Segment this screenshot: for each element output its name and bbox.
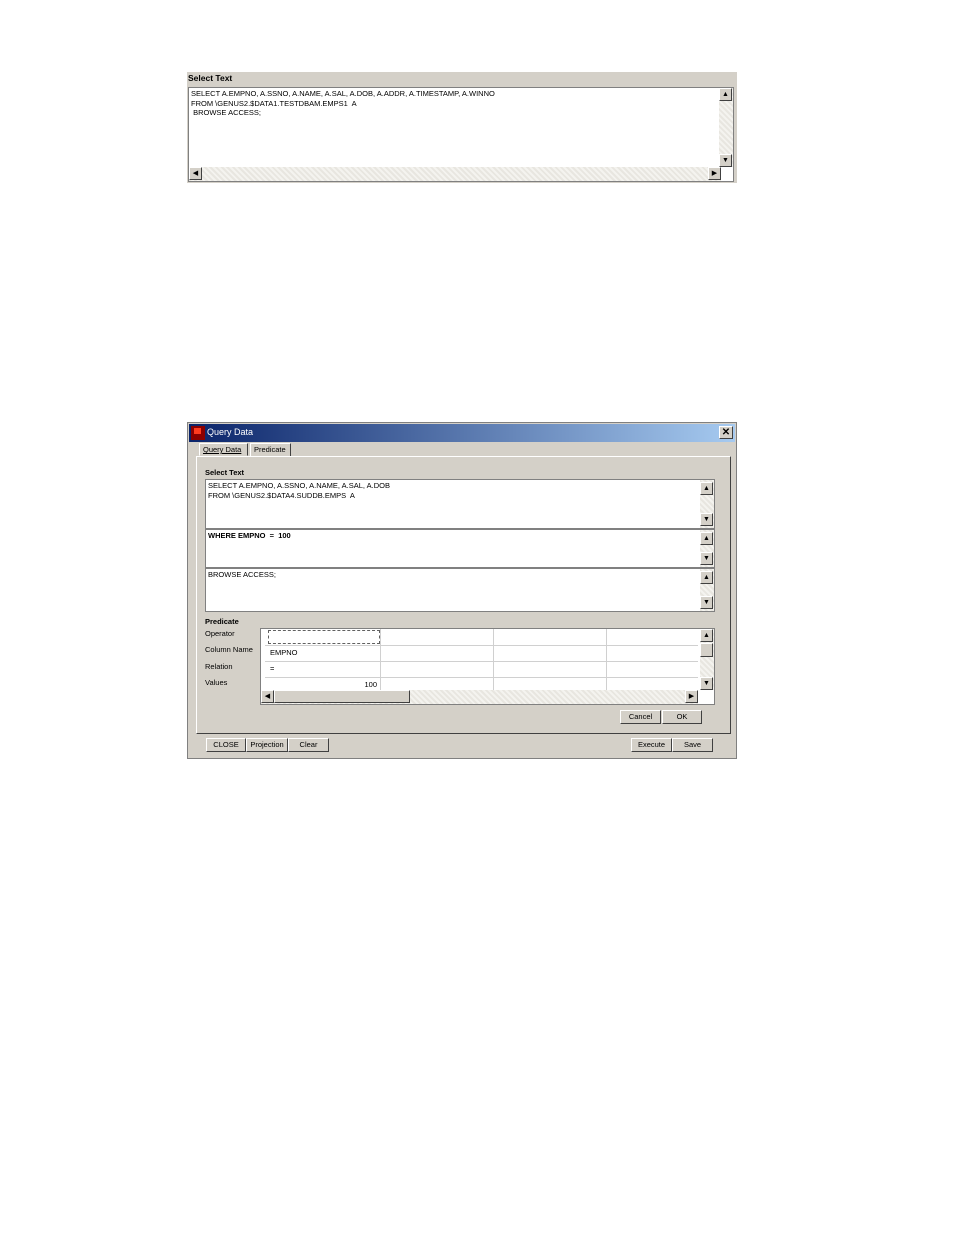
app-logo-icon	[191, 426, 205, 440]
save-button[interactable]: Save	[672, 738, 713, 752]
scroll-right-icon[interactable]: ▶	[685, 690, 698, 703]
scroll-left-icon[interactable]: ◀	[261, 690, 274, 703]
tab-query-data[interactable]: Query Data	[199, 443, 248, 456]
tab-predicate[interactable]: Predicate	[250, 443, 291, 457]
scroll-thumb[interactable]	[700, 643, 713, 657]
scroll-down-icon[interactable]: ▼	[719, 154, 732, 167]
scroll-down-icon[interactable]: ▼	[700, 552, 713, 565]
grid-cell-operator[interactable]	[267, 629, 381, 645]
scroll-thumb[interactable]	[274, 690, 410, 703]
grid-cell[interactable]	[607, 661, 699, 677]
scroll-up-icon[interactable]: ▲	[700, 482, 713, 495]
column-name-label: Column Name	[205, 645, 253, 654]
top-vertical-scrollbar[interactable]: ▲ ▼	[719, 88, 733, 167]
ok-button[interactable]: OK	[662, 710, 702, 724]
grid-cell[interactable]	[381, 661, 494, 677]
close-button[interactable]: CLOSE	[206, 738, 246, 752]
top-select-text-panel: Select Text SELECT A.EMPNO, A.SSNO, A.NA…	[187, 72, 737, 183]
grid-cell-column-name[interactable]: EMPNO	[267, 645, 381, 661]
grid-cell-relation[interactable]: =	[267, 661, 381, 677]
grid-cell[interactable]	[607, 629, 699, 645]
top-select-text-box[interactable]: SELECT A.EMPNO, A.SSNO, A.NAME, A.SAL, A…	[188, 87, 734, 182]
grid-row-operator	[265, 629, 698, 646]
dialog-title: Query Data	[207, 427, 254, 437]
grid-row-column-name: EMPNO	[265, 645, 698, 662]
scroll-right-icon[interactable]: ▶	[708, 167, 721, 180]
scroll-up-icon[interactable]: ▲	[700, 629, 713, 642]
where-text-box[interactable]: WHERE EMPNO = 100 ▲ ▼	[205, 529, 715, 568]
where-text-vscroll[interactable]: ▲ ▼	[700, 530, 714, 567]
access-text-box[interactable]: BROWSE ACCESS; ▲ ▼	[205, 568, 715, 612]
grid-cell[interactable]	[381, 645, 494, 661]
scroll-left-icon[interactable]: ◀	[189, 167, 202, 180]
grid-cell[interactable]	[381, 629, 494, 645]
access-text-vscroll[interactable]: ▲ ▼	[700, 569, 714, 611]
close-icon[interactable]: ✕	[719, 426, 733, 439]
top-select-text-content: SELECT A.EMPNO, A.SSNO, A.NAME, A.SAL, A…	[191, 89, 495, 117]
values-label: Values	[205, 678, 228, 687]
cancel-button[interactable]: Cancel	[620, 710, 661, 724]
predicate-label: Predicate	[205, 617, 239, 626]
select-text-content: SELECT A.EMPNO, A.SSNO, A.NAME, A.SAL, A…	[208, 481, 391, 500]
predicate-grid[interactable]: EMPNO = 100 ▲ ▼ ◀ ▶	[260, 628, 715, 705]
dialog-titlebar[interactable]: Query Data ✕	[189, 424, 735, 442]
access-text-content: BROWSE ACCESS;	[208, 570, 276, 579]
select-text-box[interactable]: SELECT A.EMPNO, A.SSNO, A.NAME, A.SAL, A…	[205, 479, 715, 529]
grid-cell[interactable]	[607, 645, 699, 661]
grid-cell[interactable]	[494, 629, 607, 645]
grid-cell[interactable]	[494, 645, 607, 661]
relation-label: Relation	[205, 662, 233, 671]
grid-vertical-scrollbar[interactable]: ▲ ▼	[700, 629, 714, 690]
grid-horizontal-scrollbar[interactable]: ◀ ▶	[261, 690, 698, 704]
top-select-text-title: Select Text	[188, 73, 233, 83]
execute-button[interactable]: Execute	[631, 738, 672, 752]
scroll-up-icon[interactable]: ▲	[700, 532, 713, 545]
tab-predicate-label: Predicate	[254, 445, 286, 454]
scroll-down-icon[interactable]: ▼	[700, 677, 713, 690]
tab-query-data-label: Query Data	[203, 445, 242, 454]
scroll-up-icon[interactable]: ▲	[700, 571, 713, 584]
projection-button[interactable]: Projection	[246, 738, 288, 752]
top-horizontal-scrollbar[interactable]: ◀ ▶	[189, 167, 721, 181]
clear-button[interactable]: Clear	[288, 738, 329, 752]
grid-cell[interactable]	[494, 661, 607, 677]
select-text-vscroll[interactable]: ▲ ▼	[700, 480, 714, 528]
scroll-up-icon[interactable]: ▲	[719, 88, 732, 101]
where-text-content: WHERE EMPNO = 100	[208, 531, 291, 540]
grid-row-relation: =	[265, 661, 698, 678]
scroll-down-icon[interactable]: ▼	[700, 513, 713, 526]
operator-label: Operator	[205, 629, 235, 638]
select-text-label: Select Text	[205, 468, 245, 477]
scroll-down-icon[interactable]: ▼	[700, 596, 713, 609]
